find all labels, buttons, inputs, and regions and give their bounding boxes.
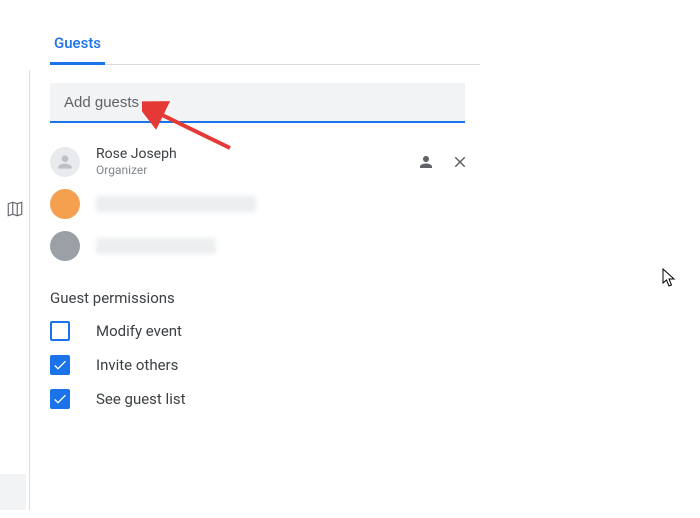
left-rail-footer [0, 474, 26, 510]
guest-row [50, 225, 480, 267]
perm-label: Modify event [96, 322, 182, 340]
guest-permissions: Guest permissions Modify event Invite ot… [50, 289, 480, 409]
tab-bar: Guests [50, 28, 480, 65]
checkbox-checked-icon [50, 389, 70, 409]
checkbox-checked-icon [50, 355, 70, 375]
perm-modify-event[interactable]: Modify event [50, 321, 480, 341]
guest-actions [416, 152, 470, 172]
remove-guest-icon[interactable] [450, 152, 470, 172]
guest-row [50, 183, 480, 225]
mark-optional-icon[interactable] [416, 152, 436, 172]
avatar [50, 147, 80, 177]
left-rail [0, 70, 30, 510]
map-icon[interactable] [6, 200, 24, 218]
avatar [50, 231, 80, 261]
guest-info-redacted [96, 196, 480, 212]
checkbox-unchecked-icon [50, 321, 70, 341]
perm-label: Invite others [96, 356, 178, 374]
guests-panel: Guests Rose Joseph Organizer [50, 28, 480, 423]
perm-label: See guest list [96, 390, 186, 408]
perm-see-guest-list[interactable]: See guest list [50, 389, 480, 409]
guest-list: Rose Joseph Organizer [50, 141, 480, 267]
perm-invite-others[interactable]: Invite others [50, 355, 480, 375]
cursor-icon [662, 268, 678, 288]
permissions-title: Guest permissions [50, 289, 480, 307]
add-guests-input[interactable] [50, 83, 465, 123]
avatar [50, 189, 80, 219]
guest-info-redacted [96, 238, 480, 254]
tab-guests[interactable]: Guests [50, 28, 105, 65]
guest-row-organizer: Rose Joseph Organizer [50, 141, 480, 183]
